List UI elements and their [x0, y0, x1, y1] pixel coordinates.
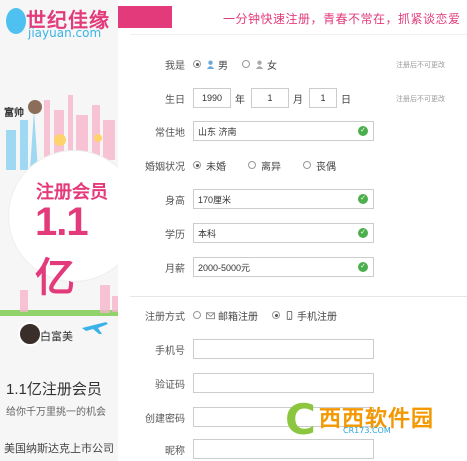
phone-input[interactable] [193, 339, 374, 359]
mobile-phone-icon [286, 310, 293, 320]
marital-option-divorced[interactable]: 离异 [248, 158, 281, 173]
stat-heading: 1.1亿注册会员 [6, 381, 102, 398]
reg-email-label: 邮箱注册 [218, 311, 258, 323]
gender-hint: 注册后不可更改 [396, 62, 445, 69]
radio-single[interactable] [193, 161, 201, 169]
birth-day-select[interactable]: 1 [309, 88, 337, 108]
watermark-logo-icon: C [285, 395, 316, 444]
marital-option-single[interactable]: 未婚 [193, 158, 226, 173]
residence-label: 常住地 [155, 127, 185, 139]
mascot-icon [6, 8, 26, 34]
site-watermark: C 西西软件园 CR173.COM [285, 395, 465, 444]
captcha-row: 验证码 [130, 371, 374, 395]
stat-note: 美国纳斯达克上市公司 [4, 443, 114, 455]
brand-logo[interactable]: 世纪佳缘 jiayuan.com [6, 4, 118, 42]
check-icon: ✓ [358, 194, 368, 204]
phone-label: 手机号 [155, 345, 185, 357]
radio-email[interactable] [193, 311, 201, 319]
height-row: 身高 170厘米 ✓ [130, 187, 374, 211]
education-row: 学历 本科 ✓ [130, 221, 374, 245]
birthday-label: 生日 [165, 94, 185, 106]
gender-option-male[interactable]: 男 [193, 57, 228, 72]
radio-male[interactable] [193, 60, 201, 68]
marital-divorced-label: 离异 [261, 161, 281, 173]
height-label: 身高 [165, 195, 185, 207]
residence-value: 山东 济南 [198, 126, 237, 137]
radio-widowed[interactable] [303, 161, 311, 169]
slogan: 一分钟快速注册，青春不常在，抓紧谈恋爱 [223, 12, 461, 26]
captcha-label: 验证码 [155, 379, 185, 391]
marital-option-widowed[interactable]: 丧偶 [303, 158, 336, 173]
income-label: 月薪 [165, 263, 185, 275]
nickname-input[interactable] [193, 439, 374, 459]
nickname-row: 昵称 [130, 437, 374, 461]
radio-female[interactable] [242, 60, 250, 68]
check-icon: ✓ [358, 228, 368, 238]
female-user-icon [255, 60, 264, 69]
residence-select[interactable]: 山东 济南 ✓ [193, 121, 374, 141]
promo-panel: 世纪佳缘 jiayuan.com 富帅 注册会员 1.1亿 白富美 1.1亿注册… [0, 0, 118, 461]
gender-row: 我是 男 女 [130, 52, 291, 76]
check-icon: ✓ [358, 126, 368, 136]
header-accent-bar [118, 6, 172, 28]
female-avatar [18, 322, 42, 346]
education-value: 本科 [198, 228, 217, 239]
reg-method-row: 注册方式 邮箱注册 手机注册 [130, 303, 351, 327]
marital-label: 婚姻状况 [145, 161, 185, 173]
nickname-label: 昵称 [165, 445, 185, 457]
password-label: 创建密码 [145, 413, 185, 425]
education-select[interactable]: 本科 ✓ [193, 223, 374, 243]
year-unit: 年 [235, 94, 245, 106]
gender-label: 我是 [165, 60, 185, 72]
residence-row: 常住地 山东 济南 ✓ [130, 119, 374, 143]
radio-divorced[interactable] [248, 161, 256, 169]
stat-subtitle: 给你千万里挑一的机会 [6, 407, 106, 418]
birthday-hint: 注册后不可更改 [396, 96, 445, 103]
birth-year-select[interactable]: 1990 [193, 88, 231, 108]
income-select[interactable]: 2000-5000元 ✓ [193, 257, 374, 277]
education-label: 学历 [165, 229, 185, 241]
captcha-input[interactable] [193, 373, 374, 393]
brand-name-en: jiayuan.com [28, 26, 102, 40]
radio-phone[interactable] [272, 311, 280, 319]
birth-month-select[interactable]: 1 [251, 88, 289, 108]
section-divider [130, 296, 467, 297]
promo-count: 1.1亿 [35, 200, 89, 300]
marital-widowed-label: 丧偶 [316, 161, 336, 173]
gender-male-label: 男 [218, 60, 228, 72]
tag-rich-handsome: 富帅 [4, 108, 24, 119]
gender-option-female[interactable]: 女 [242, 57, 277, 72]
airplane-icon [82, 322, 108, 334]
male-user-icon [206, 60, 215, 69]
watermark-url: CR173.COM [343, 426, 391, 435]
income-row: 月薪 2000-5000元 ✓ [130, 255, 374, 279]
check-icon: ✓ [358, 262, 368, 272]
tag-fair-rich-beauty: 白富美 [40, 331, 73, 343]
reg-phone-label: 手机注册 [297, 311, 337, 323]
reg-option-email[interactable]: 邮箱注册 [193, 308, 258, 323]
marital-single-label: 未婚 [206, 161, 226, 173]
month-unit: 月 [293, 94, 303, 106]
male-avatar [28, 100, 42, 114]
reg-option-phone[interactable]: 手机注册 [272, 308, 337, 323]
birthday-row: 生日 1990 年 1 月 1 日 [130, 86, 357, 110]
marital-row: 婚姻状况 未婚 离异 丧偶 [130, 153, 350, 177]
height-select[interactable]: 170厘米 ✓ [193, 189, 374, 209]
reg-method-label: 注册方式 [145, 311, 185, 323]
envelope-icon [206, 311, 215, 319]
divider [130, 34, 467, 35]
day-unit: 日 [341, 94, 351, 106]
gender-female-label: 女 [267, 60, 277, 72]
height-value: 170厘米 [198, 194, 232, 205]
income-value: 2000-5000元 [198, 262, 251, 273]
phone-row: 手机号 [130, 337, 374, 361]
